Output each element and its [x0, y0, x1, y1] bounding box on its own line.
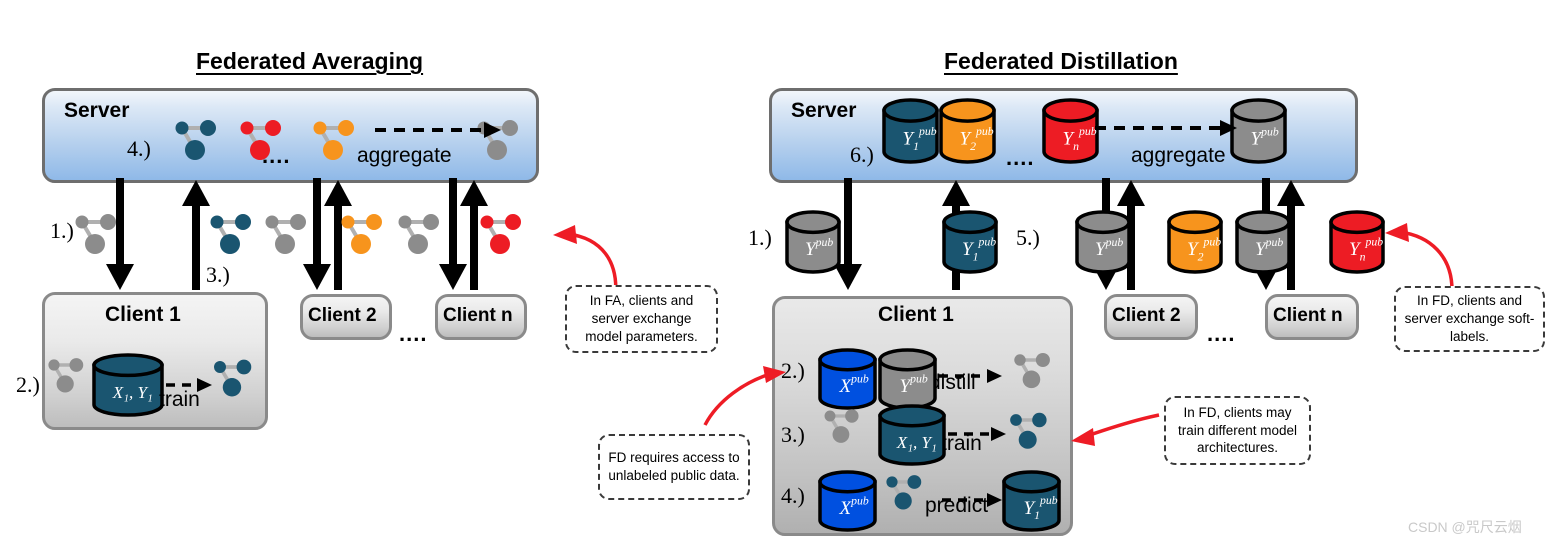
- annotation-fd-arch-note: In FD, clients may train different model…: [1164, 396, 1311, 465]
- annotation-fd-soft-note: In FD, clients and server exchange soft-…: [1394, 286, 1545, 352]
- csdn-watermark: CSDN @咒尺云烟: [1408, 519, 1522, 535]
- fd-arch-note-arrow: [1071, 413, 1160, 446]
- annotation-fa-note: In FA, clients and server exchange model…: [565, 285, 718, 353]
- annotation-arrows: [553, 223, 1454, 446]
- fd-public-note-arrow: [703, 366, 786, 426]
- fd-soft-note-arrow: [1385, 223, 1454, 291]
- annotation-fd-public-note: FD requires access to unlabeled public d…: [598, 434, 750, 500]
